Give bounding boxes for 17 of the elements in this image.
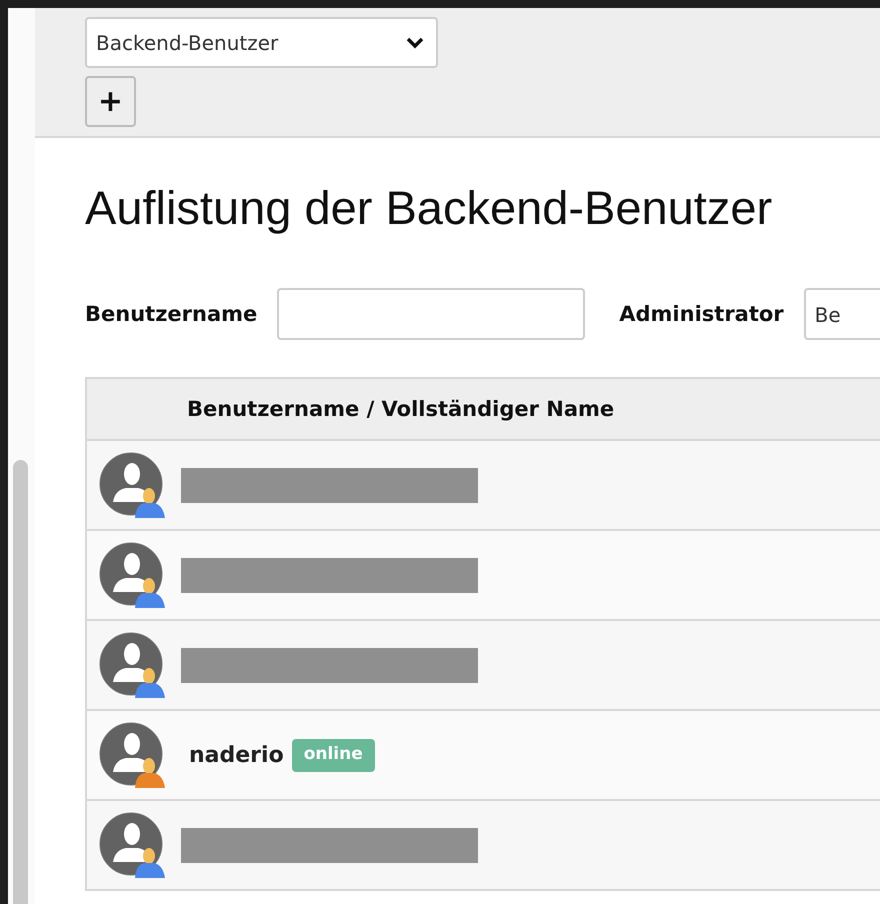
column-header: Benutzername / Vollständiger Name — [187, 396, 614, 423]
user-avatar-icon — [99, 542, 165, 608]
admin-select[interactable]: Be — [804, 288, 880, 340]
user-avatar-icon — [99, 722, 165, 788]
username[interactable]: naderio — [189, 738, 284, 772]
module-select[interactable]: Backend-Benutzer — [85, 17, 438, 68]
user-avatar-icon — [99, 812, 165, 878]
filter-label: Administrator — [619, 300, 784, 328]
username-field[interactable] — [277, 288, 586, 340]
user-avatar-icon — [99, 452, 165, 518]
filter-label: Benutzername — [85, 300, 258, 328]
chevron-down-icon — [406, 36, 424, 48]
scrollbar-thumb[interactable] — [13, 460, 28, 904]
page-title: Auflistung der Backend-Benutzer — [85, 180, 774, 236]
add-button[interactable]: + — [85, 76, 136, 127]
status-badge: online — [292, 739, 375, 772]
user-avatar-icon — [99, 632, 165, 698]
